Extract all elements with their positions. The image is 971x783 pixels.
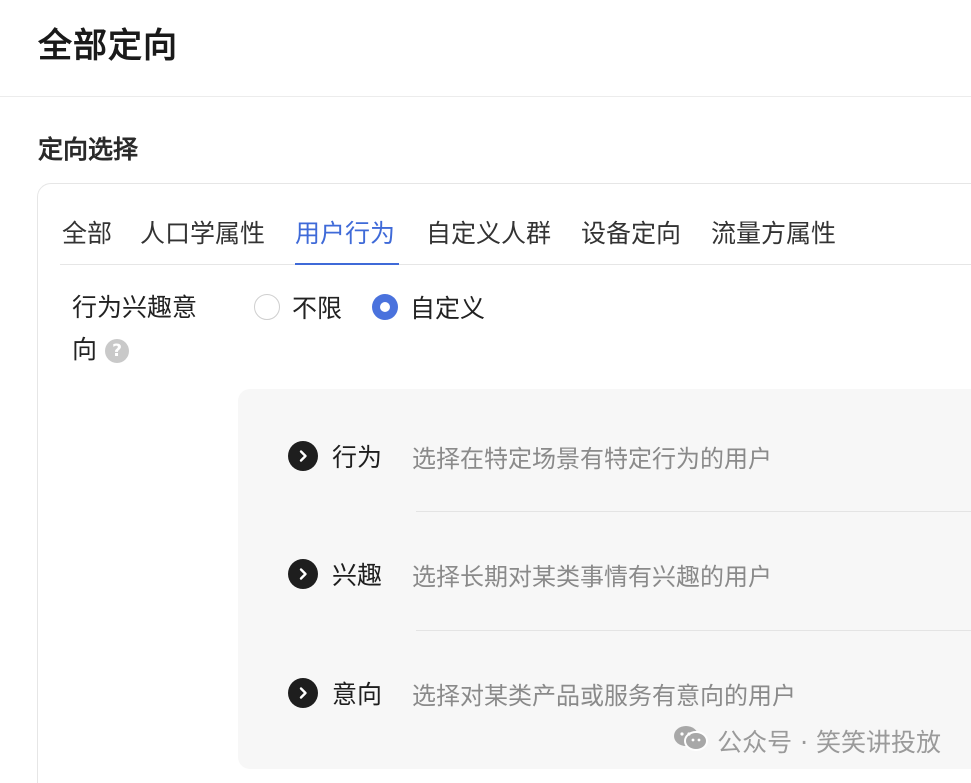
- help-icon[interactable]: ?: [105, 339, 130, 363]
- chevron-right-icon: [288, 441, 318, 471]
- wechat-icon: [673, 724, 709, 758]
- page: 全部定向 定向选择 全部 人口学属性 用户行为 自定义人群 设备定向 流量方属性…: [0, 0, 971, 783]
- radio-label-unlimited: 不限: [292, 294, 343, 323]
- tab-custom-audience[interactable]: 自定义人群: [426, 214, 551, 250]
- page-title: 全部定向: [38, 26, 178, 66]
- divider: [416, 511, 971, 512]
- targeting-panel: 全部 人口学属性 用户行为 自定义人群 设备定向 流量方属性 行为兴趣意 向? …: [37, 183, 971, 783]
- field-label-line2: 向: [72, 335, 98, 364]
- options-box: 行为 选择在特定场景有特定行为的用户 兴趣 选择长期对某类事情有兴趣的用户 意向…: [238, 389, 971, 769]
- tab-all[interactable]: 全部: [62, 214, 112, 250]
- radio-label-custom: 自定义: [410, 294, 486, 323]
- tab-traffic-source[interactable]: 流量方属性: [711, 214, 836, 250]
- divider: [416, 630, 971, 631]
- tab-device[interactable]: 设备定向: [581, 214, 681, 250]
- option-desc: 选择对某类产品或服务有意向的用户: [412, 681, 796, 710]
- radio-custom[interactable]: 自定义: [372, 289, 485, 325]
- radio-unchecked-icon: [254, 294, 280, 320]
- chevron-right-icon: [288, 678, 318, 708]
- option-desc: 选择长期对某类事情有兴趣的用户: [412, 562, 772, 591]
- active-tab-indicator: [295, 263, 399, 265]
- option-intent[interactable]: 意向 选择对某类产品或服务有意向的用户: [288, 673, 796, 713]
- tab-demographics[interactable]: 人口学属性: [140, 214, 265, 250]
- tab-user-behavior[interactable]: 用户行为: [295, 214, 395, 250]
- radio-checked-icon: [372, 294, 398, 320]
- option-name: 意向: [332, 680, 383, 709]
- watermark: 公众号 · 笑笑讲投放: [673, 723, 941, 759]
- option-interest[interactable]: 兴趣 选择长期对某类事情有兴趣的用户: [288, 554, 772, 594]
- option-desc: 选择在特定场景有特定行为的用户: [412, 444, 772, 473]
- chevron-right-icon: [288, 559, 318, 589]
- radio-unlimited[interactable]: 不限: [254, 289, 342, 325]
- field-label-line1: 行为兴趣意: [72, 293, 198, 322]
- field-label: 行为兴趣意 向?: [72, 287, 222, 371]
- watermark-text: 公众号 · 笑笑讲投放: [717, 728, 941, 757]
- option-name: 兴趣: [332, 561, 383, 590]
- header: 全部定向: [0, 0, 971, 97]
- tab-bar: 全部 人口学属性 用户行为 自定义人群 设备定向 流量方属性: [60, 212, 971, 265]
- option-behavior[interactable]: 行为 选择在特定场景有特定行为的用户: [288, 436, 772, 476]
- option-name: 行为: [332, 443, 383, 472]
- section-title: 定向选择: [38, 135, 139, 164]
